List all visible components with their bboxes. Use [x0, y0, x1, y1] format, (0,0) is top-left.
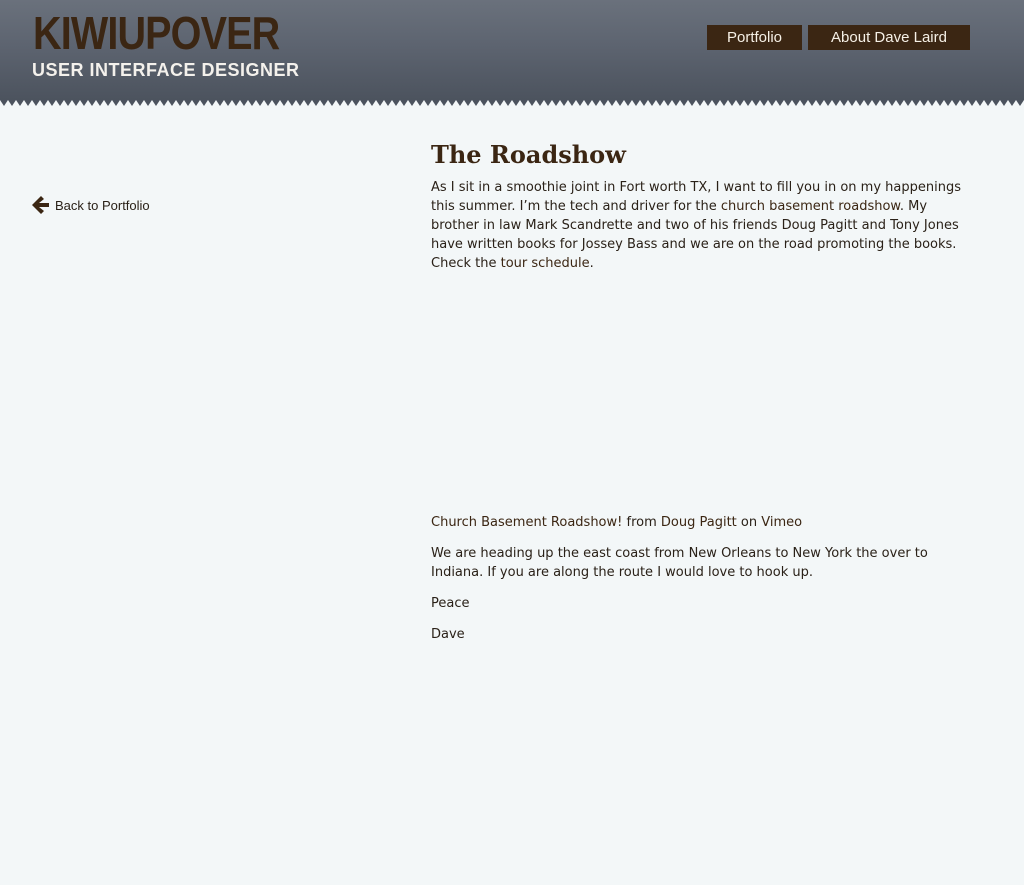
embedded-video[interactable]: [431, 283, 971, 513]
site-tagline: USER INTERFACE DESIGNER: [32, 60, 300, 80]
post-signature: Dave: [431, 627, 465, 642]
post-signoff: Peace: [431, 596, 470, 611]
post-body: We are heading up the east coast from Ne…: [431, 546, 928, 580]
video-author-link[interactable]: Doug Pagitt: [661, 515, 737, 530]
vimeo-link[interactable]: Vimeo: [761, 515, 802, 530]
post-title: The Roadshow: [431, 140, 626, 169]
site-header: KIWIUPOVER USER INTERFACE DESIGNER Portf…: [0, 0, 1024, 100]
church-basement-roadshow-link[interactable]: church basement roadshow: [721, 199, 900, 214]
back-to-portfolio-label: Back to Portfolio: [55, 197, 150, 213]
arrow-left-icon: [32, 196, 49, 214]
video-credit-from: from: [622, 515, 661, 530]
nav-portfolio-button[interactable]: Portfolio: [707, 25, 802, 50]
video-title-link[interactable]: Church Basement Roadshow!: [431, 515, 622, 530]
video-credit-on: on: [736, 515, 762, 530]
site-logo[interactable]: KIWIUPOVER: [33, 10, 280, 56]
header-zigzag-edge: [0, 100, 1024, 108]
nav-about-button[interactable]: About Dave Laird: [808, 25, 970, 50]
post-intro: As I sit in a smoothie joint in Fort wor…: [431, 178, 979, 273]
tour-schedule-link[interactable]: tour schedule: [501, 256, 590, 271]
intro-text-3: .: [589, 256, 594, 271]
back-to-portfolio-link[interactable]: Back to Portfolio: [32, 194, 150, 216]
post-content: The Roadshow As I sit in a smoothie join…: [431, 140, 979, 644]
video-credit: Church Basement Roadshow! from Doug Pagi…: [431, 513, 979, 532]
